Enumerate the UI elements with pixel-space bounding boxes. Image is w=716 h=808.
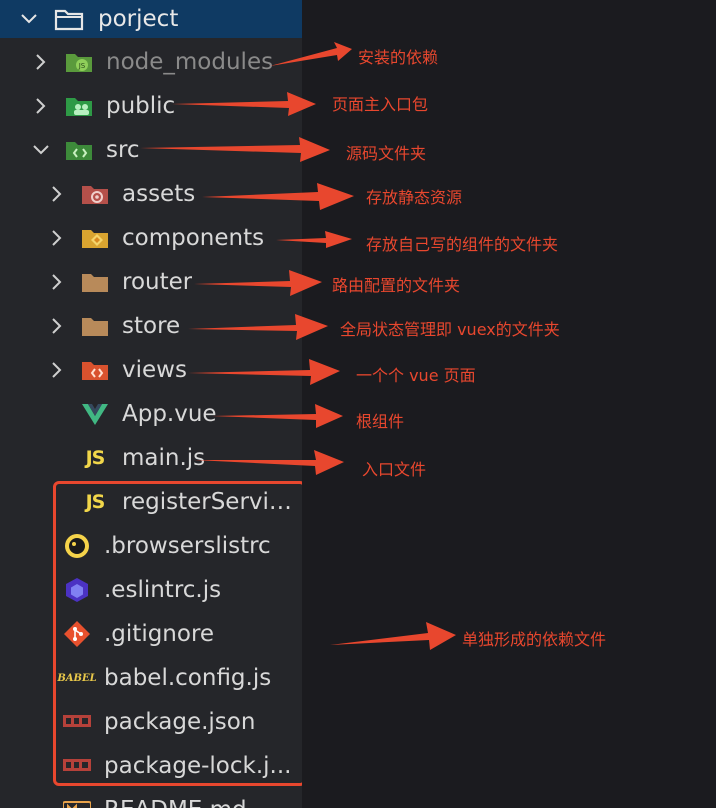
chevron-right-icon [46,227,68,249]
annotation-main-js: 入口文件 [362,460,427,479]
tree-item-label: views [122,357,187,383]
chevron-right-icon [46,271,68,293]
git-icon [62,619,92,649]
eslint-icon [62,575,92,605]
tree-item-label: assets [122,181,196,207]
annotation-router: 路由配置的文件夹 [332,276,461,295]
tree-item-public[interactable]: public [0,84,302,128]
tree-item-components[interactable]: components [0,216,302,260]
npm-icon [62,751,92,781]
chevron-down-icon [30,139,52,161]
root-folder-label: porject [98,6,179,32]
folder-icon [80,267,110,297]
tree-item-readme[interactable]: README.md [0,788,302,808]
annotation-app-vue: 根组件 [356,412,405,431]
tree-item-assets[interactable]: assets [0,172,302,216]
tree-item-label: components [122,225,265,251]
browserslist-icon [62,531,92,561]
markdown-icon [62,795,92,808]
tree-item-label: package.json [104,709,256,735]
src-folder-icon [64,135,94,165]
tree-item-package-lock[interactable]: package-lock.j... [0,744,302,788]
tree-item-label: .gitignore [104,621,215,647]
annotation-store: 全局状态管理即 vuex的文件夹 [340,320,560,339]
tree-item-label: babel.config.js [104,665,272,691]
chevron-right-icon [46,183,68,205]
js-icon: JS [85,491,106,513]
svg-text:JS: JS [78,62,86,70]
annotation-config-files: 单独形成的依赖文件 [462,630,607,649]
folder-open-icon [54,4,84,34]
node-folder-icon: JS [64,47,94,77]
annotation-components: 存放自己写的组件的文件夹 [366,235,559,254]
tree-item-package-json[interactable]: package.json [0,700,302,744]
tree-item-label: App.vue [122,401,217,427]
chevron-right-icon [30,51,52,73]
tree-item-label: main.js [122,445,206,471]
js-icon: JS [85,447,106,469]
tree-item-src[interactable]: src [0,128,302,172]
chevron-right-icon [46,359,68,381]
tree-item-register-service-worker[interactable]: JS registerServic... [0,480,302,524]
babel-icon: BABEL [57,672,97,684]
assets-folder-icon [80,179,110,209]
annotation-node-modules: 安装的依赖 [358,48,439,67]
public-folder-icon [64,91,94,121]
tree-item-label: registerServic... [122,489,302,515]
tree-item-store[interactable]: store [0,304,302,348]
annotation-views: 一个个 vue 页面 [356,366,476,385]
chevron-right-icon [46,315,68,337]
file-explorer: porject JS node_modules public src asset… [0,0,302,808]
tree-item-router[interactable]: router [0,260,302,304]
tree-item-views[interactable]: views [0,348,302,392]
tree-item-node-modules[interactable]: JS node_modules [0,40,302,84]
annotation-src: 源码文件夹 [346,144,427,163]
tree-item-babel-config[interactable]: BABEL babel.config.js [0,656,302,700]
annotation-public: 页面主入口包 [332,95,429,114]
tree-item-browserslistrc[interactable]: .browserslistrc [0,524,302,568]
tree-item-main-js[interactable]: JS main.js [0,436,302,480]
folder-icon [80,311,110,341]
annotation-assets: 存放静态资源 [366,188,463,207]
tree-item-label: .eslintrc.js [104,577,222,603]
views-folder-icon [80,355,110,385]
chevron-down-icon [18,8,40,30]
tree-item-label: store [122,313,181,339]
tree-item-label: .browserslistrc [104,533,271,559]
tree-item-label: node_modules [106,49,274,75]
tree-item-label: src [106,137,140,163]
npm-icon [62,707,92,737]
tree-item-label: router [122,269,193,295]
tree-item-label: public [106,93,176,119]
tree-item-gitignore[interactable]: .gitignore [0,612,302,656]
chevron-right-icon [30,95,52,117]
tree-item-app-vue[interactable]: App.vue [0,392,302,436]
tree-item-eslintrc[interactable]: .eslintrc.js [0,568,302,612]
tree-item-label: package-lock.j... [104,753,292,779]
components-folder-icon [80,223,110,253]
tree-item-label: README.md [104,797,247,808]
vue-icon [80,399,110,429]
arrow-config-files [330,622,456,650]
root-folder-row[interactable]: porject [0,0,302,38]
